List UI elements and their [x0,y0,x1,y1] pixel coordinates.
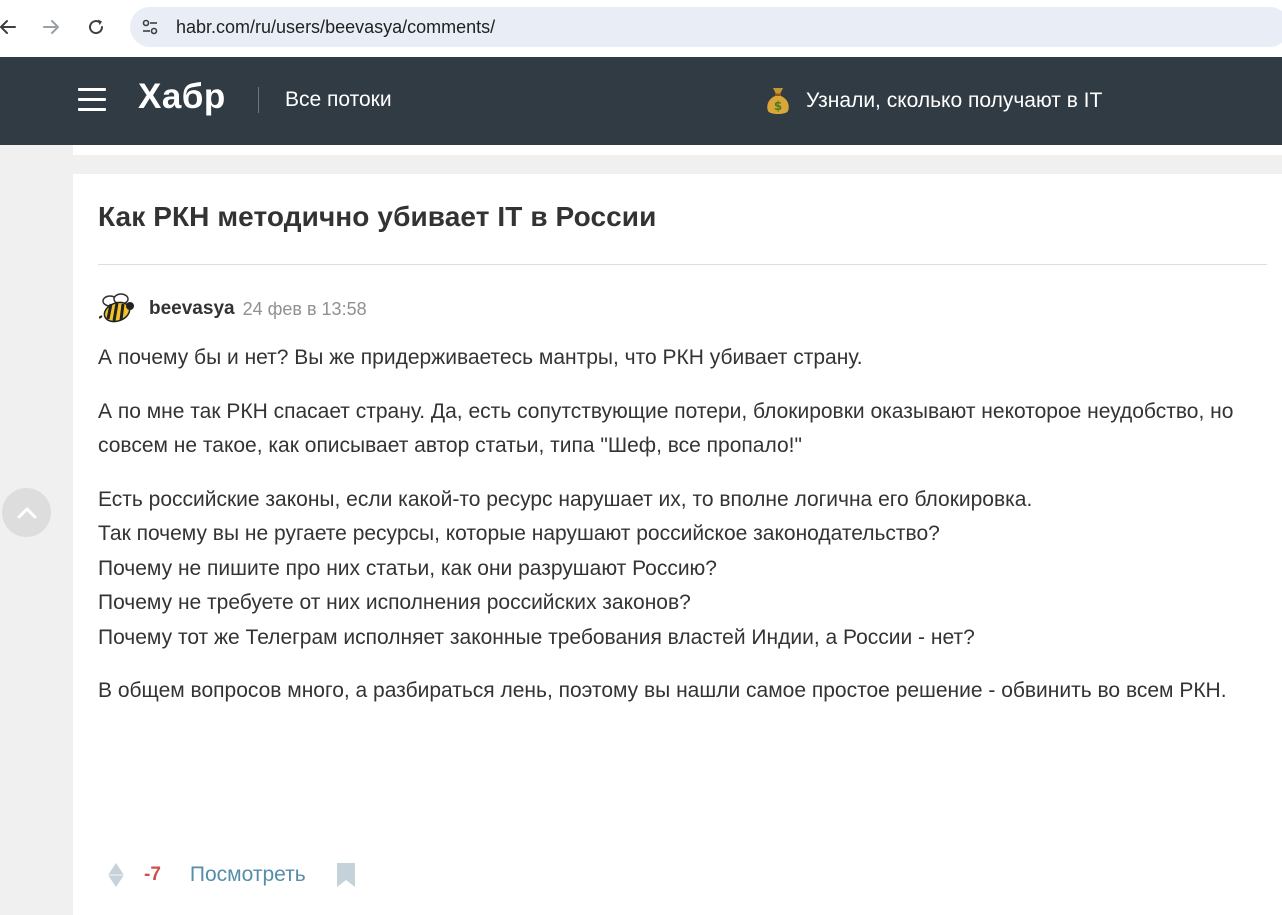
bookmark-icon[interactable] [336,862,356,888]
site-logo[interactable]: Хабр [138,77,226,117]
arrow-right-icon [43,20,59,34]
bee-avatar-icon[interactable] [98,291,136,327]
address-bar[interactable]: habr.com/ru/users/beevasya/comments/ [130,7,1282,47]
reload-button[interactable] [82,13,110,41]
post-title[interactable]: Как РКН методично убивает IT в России [98,201,656,233]
comment-line: Почему не пишите про них статьи, как они… [98,556,717,580]
comment-line: В общем вопросов много, а разбираться ле… [98,679,1227,702]
comment-author[interactable]: beevasya [149,298,235,320]
comment-score: -7 [144,864,161,885]
comment-meta: beevasya 24 фев в 13:58 [98,291,367,327]
view-comment-link[interactable]: Посмотреть [190,863,306,887]
money-bag-icon: $ [764,85,792,117]
title-separator [98,264,1267,265]
forward-button[interactable] [37,13,65,41]
tune-icon[interactable] [138,15,162,39]
comment-paragraph: В общем вопросов много, а разбираться ле… [98,674,1258,709]
comment-paragraph: Есть российские законы, если какой-то ре… [98,483,1258,656]
site-header: Хабр Все потоки $ Узнали, сколько получа… [0,57,1282,145]
browser-toolbar: habr.com/ru/users/beevasya/comments/ [0,0,1282,57]
all-streams-link[interactable]: Все потоки [285,88,392,112]
comment-line: Есть российские законы, если какой-то ре… [98,487,1033,511]
back-button[interactable] [0,13,22,41]
comment-body: А почему бы и нет? Вы же придерживаетесь… [98,341,1258,728]
svg-text:$: $ [774,99,782,113]
comment-paragraph: А по мне так РКН спасает страну. Да, ест… [98,395,1258,464]
comment-paragraph: А почему бы и нет? Вы же придерживаетесь… [98,341,1258,376]
comment-line: А по мне так РКН спасает страну. Да, ест… [98,399,1234,458]
url-text[interactable]: habr.com/ru/users/beevasya/comments/ [176,17,495,38]
chevron-up-icon [17,507,36,518]
promo-link[interactable]: $ Узнали, сколько получают в IT [764,85,1102,117]
comment-line: А почему бы и нет? Вы же придерживаетесь… [98,346,863,369]
top-strip [73,145,1282,155]
menu-icon[interactable] [78,88,106,112]
comment-line: Почему не требуете от них исполнения рос… [98,591,691,614]
scroll-up-button[interactable] [2,488,51,537]
reload-icon [89,19,104,35]
comment-line: Почему тот же Телеграм исполняет законны… [98,625,975,649]
comment-timestamp[interactable]: 24 фев в 13:58 [243,299,367,320]
arrow-left-icon [0,20,16,34]
promo-text: Узнали, сколько получают в IT [806,89,1103,112]
comment-footer: -7 Посмотреть [106,857,356,893]
vote-diamond-icon[interactable] [106,862,126,888]
header-divider [258,87,259,113]
comment-line: Так почему вы не ругаете ресурсы, которы… [98,522,940,545]
comment-card: Как РКН методично убивает IT в России be… [73,174,1282,915]
